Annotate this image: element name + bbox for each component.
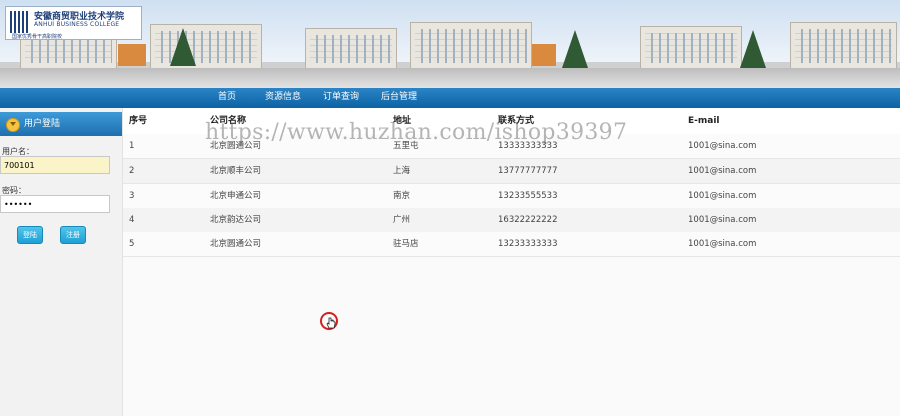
nav-home[interactable]: 首页 bbox=[218, 88, 236, 108]
table-row: 4 北京韵达公司 广州 16322222222 1001@sina.com bbox=[123, 208, 900, 233]
cell-company: 北京韵达公司 bbox=[210, 215, 262, 225]
col-header-contact: 联系方式 bbox=[498, 116, 535, 126]
cell-email: 1001@sina.com bbox=[688, 215, 757, 225]
table-row: 5 北京圆通公司 驻马店 13233333333 1001@sina.com bbox=[123, 232, 900, 257]
logo-name-en: ANHUI BUSINESS COLLEGE bbox=[34, 21, 120, 28]
company-table: 序号 公司名称 地址 联系方式 E-mail 1 北京圆通公司 五里屯 1333… bbox=[123, 108, 900, 416]
cell-address: 上海 bbox=[393, 166, 411, 176]
login-panel-header: 用户登陆 bbox=[0, 112, 122, 136]
college-logo: 安徽商贸职业技术学院 ANHUI BUSINESS COLLEGE 国家优秀骨干… bbox=[5, 6, 142, 40]
table-row: 3 北京申通公司 南京 13233555533 1001@sina.com bbox=[123, 184, 900, 209]
col-header-email: E-mail bbox=[688, 116, 720, 126]
table-row: 2 北京顺丰公司 上海 13777777777 1001@sina.com bbox=[123, 159, 900, 184]
cell-index: 2 bbox=[129, 166, 135, 176]
col-header-index: 序号 bbox=[129, 116, 148, 126]
logo-tagline: 国家优秀骨干高职院校 bbox=[12, 34, 63, 40]
cell-contact: 13233333333 bbox=[498, 239, 558, 249]
main-nav: 首页 资源信息 订单查询 后台管理 bbox=[0, 88, 900, 108]
header-banner: 安徽商贸职业技术学院 ANHUI BUSINESS COLLEGE 国家优秀骨干… bbox=[0, 0, 900, 88]
cell-index: 5 bbox=[129, 239, 135, 249]
table-header: 序号 公司名称 地址 联系方式 E-mail bbox=[123, 108, 900, 135]
login-panel-title: 用户登陆 bbox=[24, 119, 61, 129]
cell-index: 1 bbox=[129, 141, 135, 151]
cell-company: 北京申通公司 bbox=[210, 191, 262, 201]
cell-address: 南京 bbox=[393, 191, 411, 201]
cell-contact: 16322222222 bbox=[498, 215, 558, 225]
chevron-down-icon bbox=[6, 118, 20, 132]
username-input[interactable] bbox=[0, 156, 110, 174]
logo-mark-icon bbox=[10, 11, 30, 33]
campus-photo bbox=[300, 0, 600, 88]
cell-company: 北京顺丰公司 bbox=[210, 166, 262, 176]
cell-company: 北京圆通公司 bbox=[210, 239, 262, 249]
cell-address: 广州 bbox=[393, 215, 411, 225]
cell-email: 1001@sina.com bbox=[688, 141, 757, 151]
cell-company: 北京圆通公司 bbox=[210, 141, 262, 151]
cell-email: 1001@sina.com bbox=[688, 191, 757, 201]
register-button[interactable]: 注册 bbox=[60, 226, 86, 244]
cell-email: 1001@sina.com bbox=[688, 239, 757, 249]
col-header-address: 地址 bbox=[393, 116, 412, 126]
cell-address: 五里屯 bbox=[393, 141, 419, 151]
cell-contact: 13233555533 bbox=[498, 191, 558, 201]
login-sidebar: 用户登陆 用户名： 密码： 登陆 注册 bbox=[0, 108, 123, 416]
cell-address: 驻马店 bbox=[393, 239, 419, 249]
cell-index: 3 bbox=[129, 191, 135, 201]
nav-resource-info[interactable]: 资源信息 bbox=[265, 88, 301, 108]
cell-contact: 13333333333 bbox=[498, 141, 558, 151]
mouse-cursor-icon bbox=[320, 312, 338, 330]
cell-index: 4 bbox=[129, 215, 135, 225]
nav-order-query[interactable]: 订单查询 bbox=[323, 88, 359, 108]
cell-email: 1001@sina.com bbox=[688, 166, 757, 176]
nav-admin[interactable]: 后台管理 bbox=[381, 88, 417, 108]
table-row: 1 北京圆通公司 五里屯 13333333333 1001@sina.com bbox=[123, 134, 900, 159]
login-button[interactable]: 登陆 bbox=[17, 226, 43, 244]
col-header-company: 公司名称 bbox=[210, 116, 247, 126]
cell-contact: 13777777777 bbox=[498, 166, 558, 176]
password-input[interactable] bbox=[0, 195, 110, 213]
campus-photo bbox=[600, 0, 900, 88]
